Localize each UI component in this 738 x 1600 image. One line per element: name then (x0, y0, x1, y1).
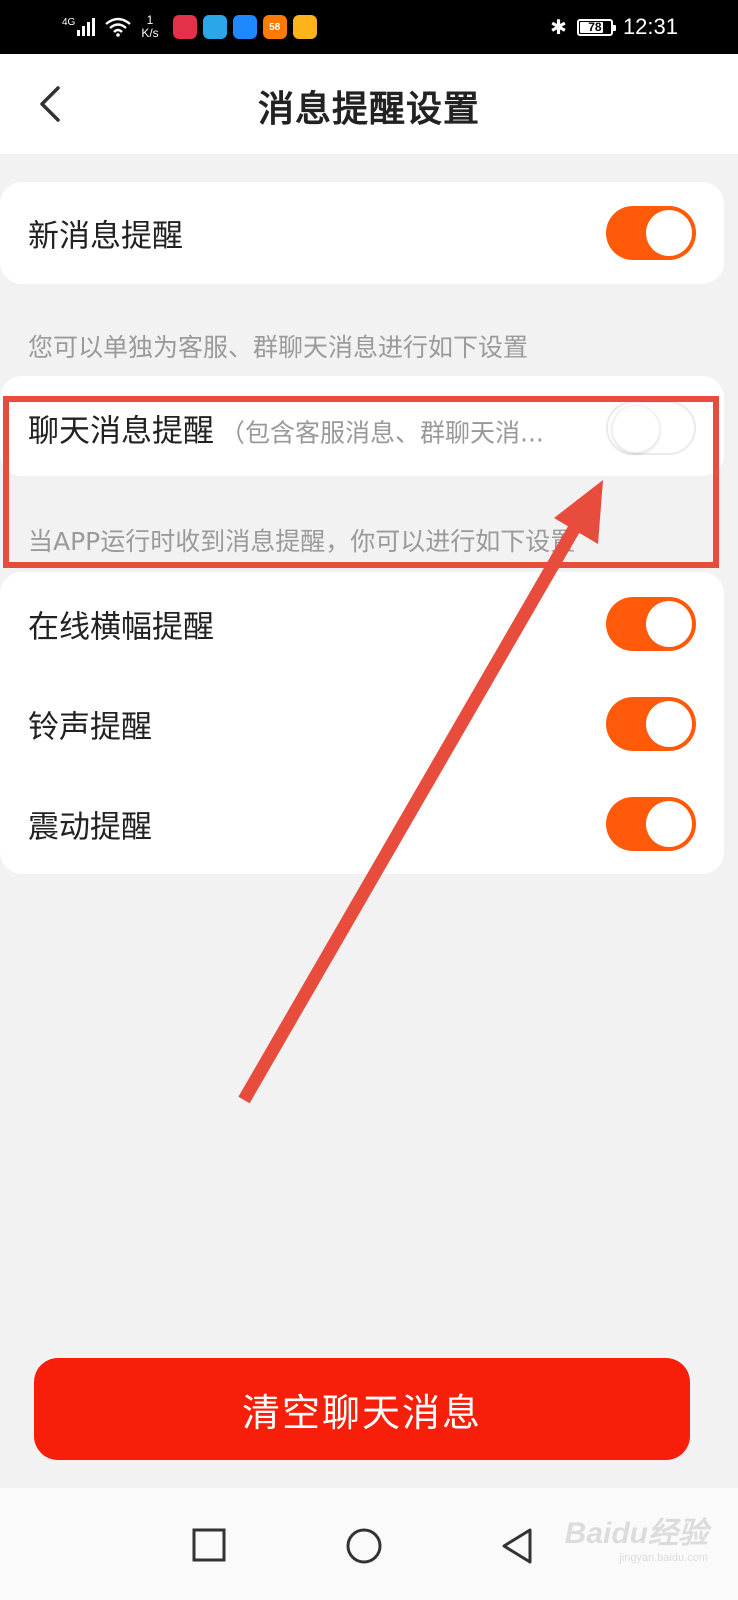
annotation-highlight-box (3, 396, 719, 568)
new-message-label: 新消息提醒 (28, 218, 183, 255)
status-bar: 4G 1 K/s 58 ✱ 78 12:31 (0, 0, 738, 54)
system-nav-bar: Baidu经验 jingyan.baidu.com (0, 1488, 738, 1600)
clock: 12:31 (622, 14, 678, 39)
toggle-knob (646, 210, 692, 256)
toggle-knob (646, 601, 692, 647)
toggle-knob (646, 701, 692, 747)
banner-label: 在线横幅提醒 (28, 609, 214, 646)
vibration-row: 震动提醒 (0, 772, 724, 876)
battery-icon: 78 (576, 18, 616, 36)
cup-app-icon (292, 15, 317, 39)
recent-apps-icon[interactable] (188, 1524, 232, 1568)
page-title: 消息提醒设置 (257, 89, 480, 130)
cellular-signal: 4G (62, 17, 96, 36)
calendar-app-icon (172, 15, 197, 39)
watermark-url: jingyan.baidu.com (619, 1552, 708, 1564)
banner-row: 在线横幅提醒 (0, 572, 724, 676)
clear-chat-messages-button[interactable]: 清空聊天消息 (34, 1358, 690, 1460)
watermark-brand: Baidu经验 (564, 1517, 708, 1550)
battery-level: 78 (588, 19, 602, 34)
signal-bars-icon (77, 18, 96, 36)
vibration-label: 震动提醒 (28, 809, 152, 846)
back-triangle-icon[interactable] (496, 1524, 540, 1568)
status-right: ✱ 78 12:31 (550, 12, 678, 42)
individual-settings-hint: 您可以单独为客服、群聊天消息进行如下设置 (28, 333, 529, 362)
banner-toggle[interactable] (606, 597, 696, 651)
ringtone-row: 铃声提醒 (0, 672, 724, 776)
page-header: 消息提醒设置 (0, 54, 738, 154)
network-type: 4G (62, 17, 76, 28)
home-circle-icon[interactable] (342, 1524, 386, 1568)
wifi-icon (105, 17, 132, 37)
ringtone-label: 铃声提醒 (28, 709, 152, 746)
bluetooth-icon: ✱ (550, 15, 567, 39)
baidu-watermark: Baidu经验 jingyan.baidu.com (565, 1508, 708, 1564)
in-app-alerts-card: 在线横幅提醒 铃声提醒 震动提醒 (0, 572, 724, 874)
new-message-card: 新消息提醒 (0, 182, 724, 284)
ringtone-toggle[interactable] (606, 697, 696, 751)
youku-app-icon (232, 15, 257, 39)
status-left: 4G 1 K/s 58 (62, 10, 317, 44)
new-message-row: 新消息提醒 (0, 182, 724, 284)
toggle-knob (646, 801, 692, 847)
vibration-toggle[interactable] (606, 797, 696, 851)
network-speed: 1 K/s (141, 14, 158, 40)
browser-app-icon (202, 15, 227, 39)
new-message-toggle[interactable] (606, 206, 696, 260)
speed-unit: K/s (141, 26, 159, 40)
58-app-icon: 58 (262, 15, 287, 39)
notification-app-icons: 58 (172, 15, 317, 39)
